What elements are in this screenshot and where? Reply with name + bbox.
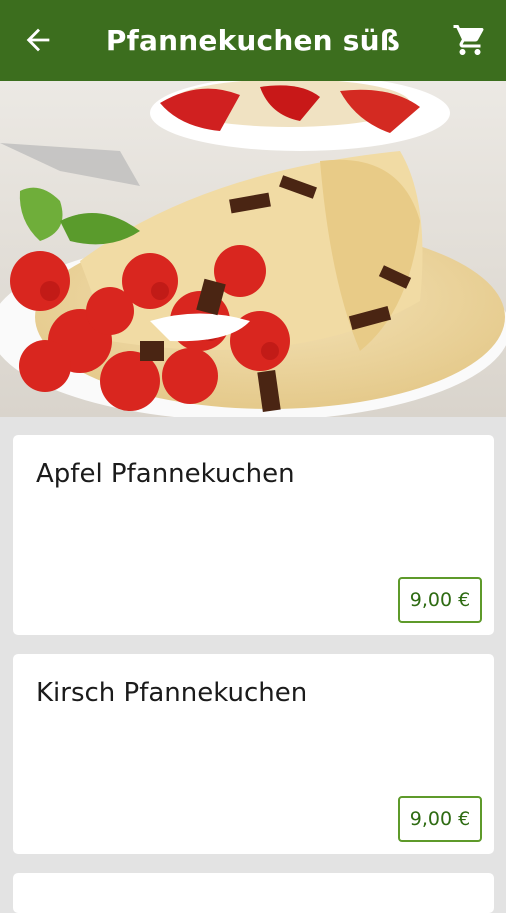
pancake-photo	[0, 81, 506, 417]
cart-button[interactable]	[446, 16, 494, 64]
back-button[interactable]	[14, 16, 62, 64]
product-card[interactable]: Kirsch Pfannekuchen 9,00 €	[13, 654, 494, 854]
product-list: Apfel Pfannekuchen 9,00 € Kirsch Pfannek…	[0, 417, 506, 913]
product-card-partial[interactable]	[13, 873, 494, 913]
app-bar: Pfannekuchen süß	[0, 0, 506, 81]
price-button[interactable]: 9,00 €	[398, 796, 482, 842]
back-arrow-icon	[26, 28, 50, 52]
product-name: Apfel Pfannekuchen	[36, 459, 295, 489]
product-name: Kirsch Pfannekuchen	[36, 678, 308, 708]
product-card[interactable]: Apfel Pfannekuchen 9,00 €	[13, 435, 494, 635]
shopping-cart-icon	[453, 25, 484, 55]
category-hero-image	[0, 81, 506, 417]
page-title: Pfannekuchen süß	[105, 24, 401, 57]
price-button[interactable]: 9,00 €	[398, 577, 482, 623]
